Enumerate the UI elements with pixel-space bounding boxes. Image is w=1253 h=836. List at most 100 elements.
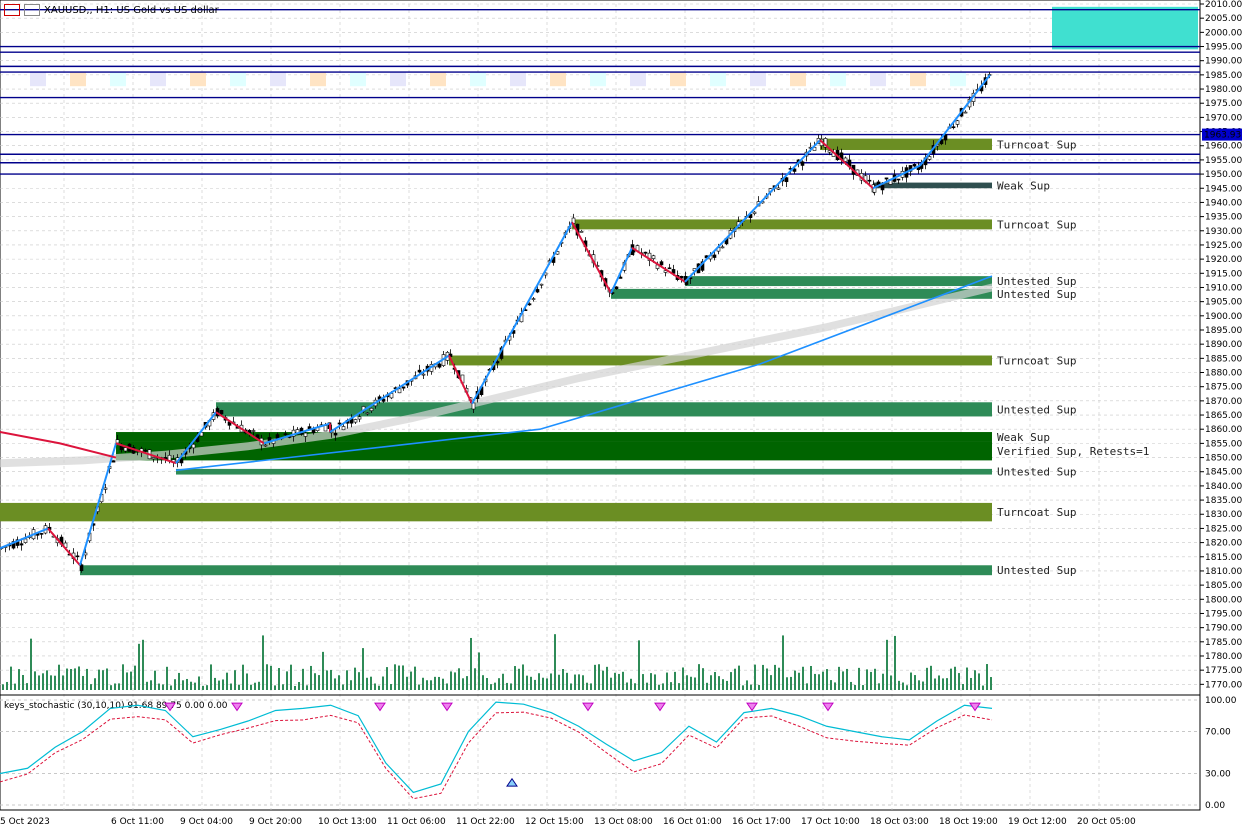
volume-bar (910, 672, 912, 690)
volume-bar (822, 671, 824, 690)
chart-type-icon[interactable] (24, 4, 40, 16)
volume-bar (922, 681, 924, 690)
volume-bar (194, 682, 196, 690)
time-tick-label: 18 Oct 03:00 (870, 817, 929, 827)
volume-bar (18, 669, 20, 690)
price-tick-label: 1785.00 (1205, 638, 1242, 648)
time-tick-label: 6 Oct 11:00 (111, 817, 164, 827)
volume-bar (570, 683, 572, 690)
volume-bar (962, 684, 964, 690)
volume-bar (650, 673, 652, 690)
volume-bar (834, 682, 836, 690)
volume-bar (386, 667, 388, 690)
resistance-box (1052, 6, 1198, 50)
volume-bar (898, 680, 900, 690)
volume-bar (666, 672, 668, 690)
volume-bar (98, 669, 100, 690)
volume-bar (470, 637, 472, 690)
volume-bar (974, 670, 976, 690)
price-tick-label: 1920.00 (1205, 255, 1242, 265)
volume-bar (534, 679, 536, 690)
volume-bar (298, 682, 300, 690)
price-tick-label: 1990.00 (1205, 57, 1242, 67)
session-marker (550, 72, 566, 87)
volume-bar (90, 684, 92, 690)
chart-canvas[interactable]: 2010.00 2005.00 2000.00 1995.00 1990.00 1985.… (0, 0, 1253, 832)
volume-bar (410, 671, 412, 690)
support-zone (216, 402, 992, 417)
price-chart[interactable]: 2010.00 2005.00 2000.00 1995.00 1990.00 1985.… (0, 0, 1253, 832)
volume-bar (918, 680, 920, 690)
candle-body (531, 298, 536, 300)
session-marker (950, 72, 966, 87)
time-tick-label: 9 Oct 20:00 (249, 817, 302, 827)
price-tick-label: 1890.00 (1205, 340, 1242, 350)
volume-bar (518, 668, 520, 690)
volume-bar (474, 668, 476, 690)
volume-bar (366, 677, 368, 690)
volume-bar (786, 677, 788, 690)
time-tick-label: 20 Oct 05:00 (1077, 817, 1136, 827)
volume-bar (390, 684, 392, 690)
volume-bar (966, 667, 968, 690)
volume-bar (458, 668, 460, 690)
price-tick-label: 1820.00 (1205, 539, 1242, 549)
volume-bar (682, 667, 684, 690)
volume-bar (46, 670, 48, 690)
volume-bar (946, 678, 948, 690)
volume-bar (674, 671, 676, 690)
price-tick-label: 1930.00 (1205, 227, 1242, 237)
volume-bar (838, 666, 840, 690)
volume-bar (142, 639, 144, 690)
volume-bar (190, 681, 192, 690)
volume-bar (502, 673, 504, 690)
time-tick-label: 13 Oct 08:00 (594, 817, 653, 827)
volume-bar (746, 680, 748, 690)
volume-bar (398, 665, 400, 690)
volume-bar (762, 664, 764, 690)
volume-bar (610, 677, 612, 690)
volume-bar (418, 684, 420, 690)
candle-body (880, 185, 885, 191)
volume-bar (442, 678, 444, 690)
volume-bar (302, 668, 304, 690)
session-marker (430, 72, 446, 87)
volume-bar (770, 675, 772, 690)
candle-body (800, 161, 805, 166)
volume-bar (870, 671, 872, 690)
volume-bar (114, 683, 116, 690)
volume-bar (890, 675, 892, 690)
volume-bar (574, 674, 576, 690)
volume-bar (594, 664, 596, 690)
volume-bar (554, 634, 556, 690)
session-marker (590, 72, 606, 87)
support-zone-label: Untested Sup (997, 564, 1076, 577)
volume-bar (578, 674, 580, 690)
volume-bar (402, 665, 404, 690)
price-tick-label: 1790.00 (1205, 624, 1242, 634)
candle-body (79, 564, 84, 571)
candle-body (539, 283, 544, 286)
volume-bar (246, 673, 248, 690)
price-tick-label: 1900.00 (1205, 312, 1242, 322)
time-tick-label: 16 Oct 17:00 (732, 817, 791, 827)
volume-bar (282, 684, 284, 690)
support-zone-label: Turncoat Sup (997, 354, 1076, 367)
session-marker (830, 72, 846, 87)
volume-bar (730, 672, 732, 690)
chart-menu-icon[interactable] (4, 4, 20, 16)
price-tick-label: 1960.00 (1205, 142, 1242, 152)
volume-bar (510, 683, 512, 690)
volume-bar (938, 675, 940, 690)
session-marker (510, 72, 526, 87)
volume-bar (42, 673, 44, 690)
volume-bar (250, 684, 252, 690)
price-tick-label: 1815.00 (1205, 553, 1242, 563)
volume-bar (210, 664, 212, 690)
session-marker (310, 72, 326, 87)
volume-bar (622, 671, 624, 690)
volume-bar (218, 680, 220, 690)
support-zone (0, 502, 992, 522)
volume-bar (2, 684, 4, 690)
price-tick-label: 1880.00 (1205, 369, 1242, 379)
